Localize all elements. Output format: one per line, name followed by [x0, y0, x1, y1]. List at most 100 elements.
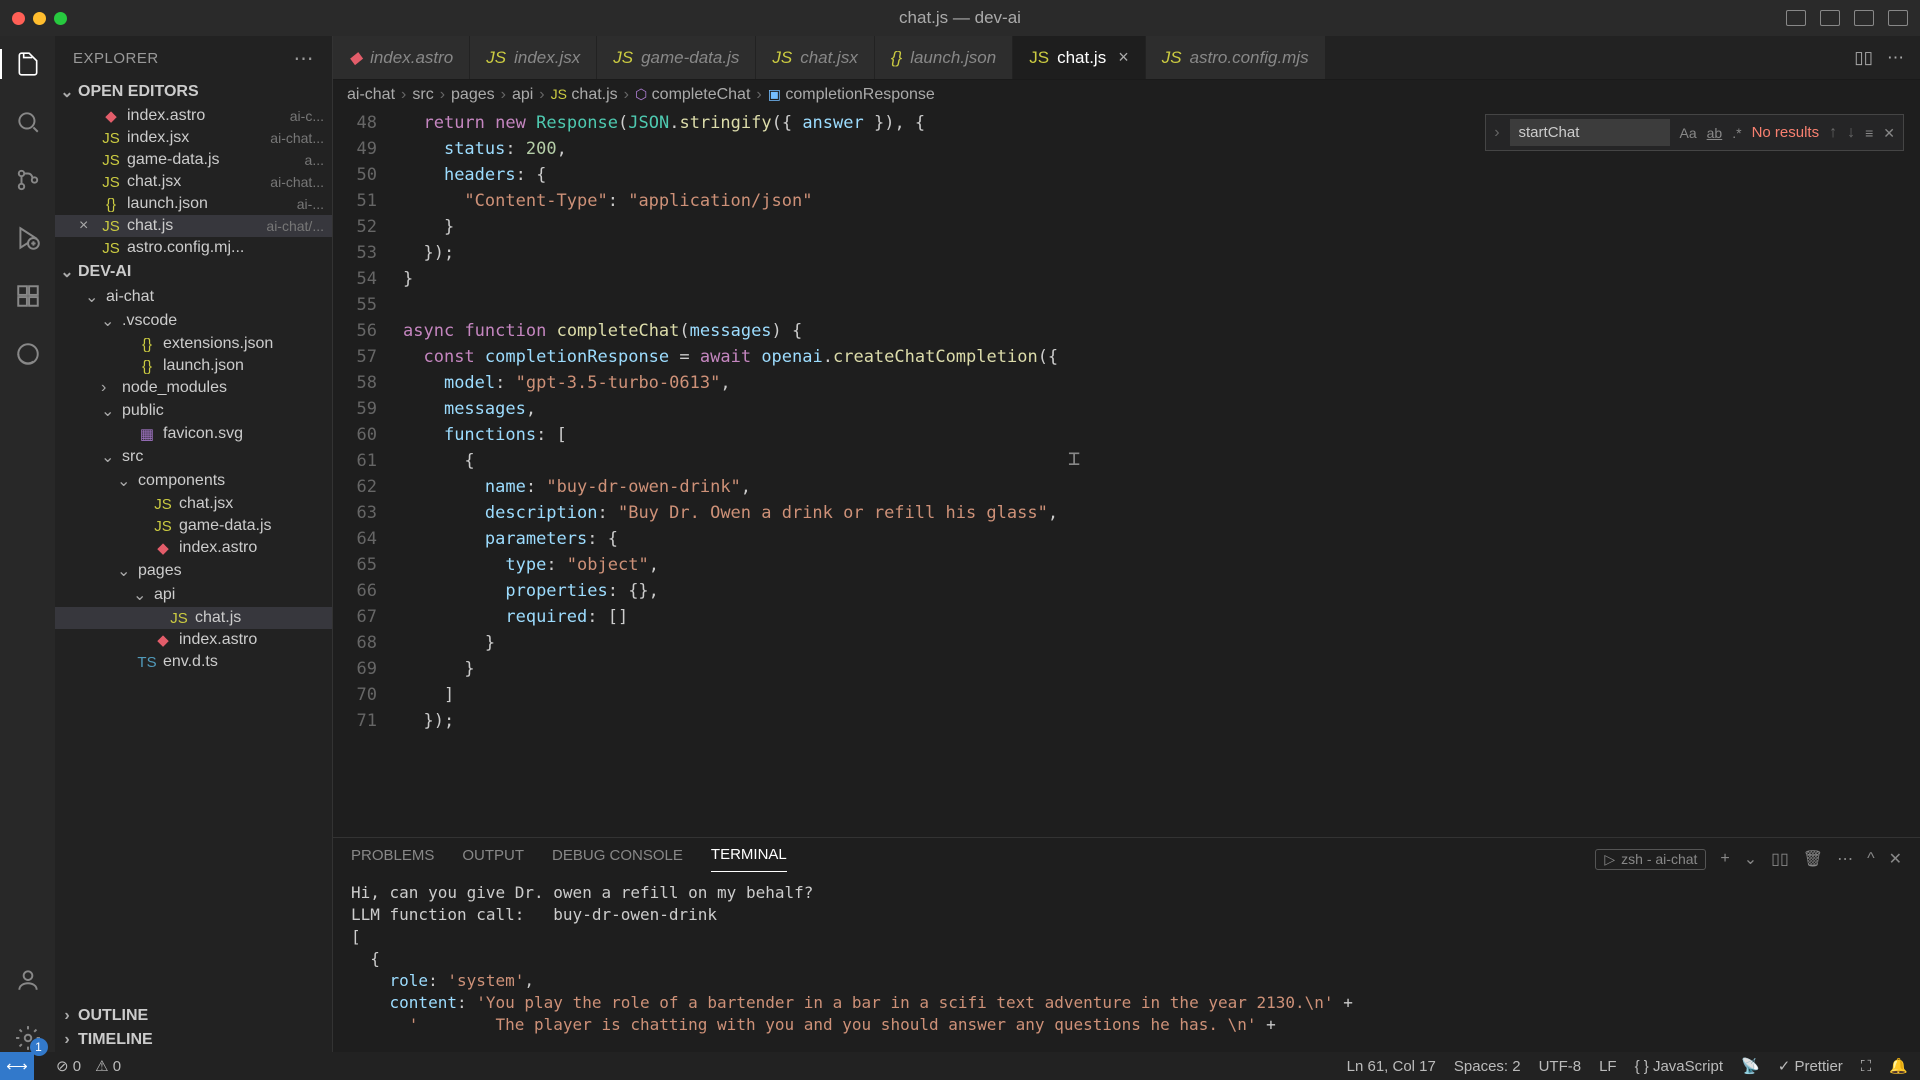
explorer-icon[interactable] — [14, 50, 42, 78]
find-close-icon[interactable]: ✕ — [1883, 120, 1895, 146]
settings-gear-icon[interactable]: 1 — [14, 1024, 42, 1052]
project-section[interactable]: ⌄DEV-AI — [55, 259, 332, 285]
tree-item[interactable]: ⌄.vscode — [55, 309, 332, 333]
editor-tab[interactable]: JSchat.js× — [1013, 36, 1146, 79]
language-mode[interactable]: { } JavaScript — [1635, 1058, 1723, 1075]
terminal-dropdown-icon[interactable]: ⌄ — [1744, 849, 1757, 869]
errors-count[interactable]: ⊘ 0 — [56, 1057, 81, 1075]
breadcrumb-item[interactable]: ai-chat — [347, 86, 395, 104]
open-editor-item[interactable]: JSastro.config.mj... — [55, 237, 332, 259]
open-editor-item[interactable]: JSgame-data.jsa... — [55, 149, 332, 171]
prettier-status[interactable]: ✓ Prettier — [1778, 1057, 1843, 1075]
maximize-panel-icon[interactable]: ^ — [1867, 850, 1875, 868]
timeline-section[interactable]: ›TIMELINE — [55, 1028, 332, 1052]
editor-tab[interactable]: ◆index.astro — [333, 36, 470, 79]
editor-tab[interactable]: JSastro.config.mjs — [1146, 36, 1326, 79]
breadcrumb-item[interactable]: ⬡ completeChat — [635, 86, 750, 104]
source-control-icon[interactable] — [14, 166, 42, 194]
indentation[interactable]: Spaces: 2 — [1454, 1058, 1521, 1075]
breadcrumb-item[interactable]: src — [412, 86, 433, 104]
panel-tab[interactable]: DEBUG CONSOLE — [552, 847, 683, 872]
bell-icon[interactable]: 🔔 — [1889, 1057, 1908, 1075]
tree-item[interactable]: JSchat.jsx — [55, 493, 332, 515]
extensions-icon[interactable] — [14, 282, 42, 310]
remote-indicator[interactable]: ⟷ — [0, 1052, 34, 1080]
breadcrumb-item[interactable]: JS chat.js — [551, 86, 618, 104]
close-icon[interactable]: × — [79, 217, 95, 235]
close-panel-icon[interactable]: ✕ — [1889, 849, 1902, 869]
close-window-icon[interactable] — [12, 12, 25, 25]
tree-item[interactable]: JSgame-data.js — [55, 515, 332, 537]
tree-item[interactable]: ▦favicon.svg — [55, 423, 332, 445]
open-editor-item[interactable]: JSchat.jsxai-chat... — [55, 171, 332, 193]
breadcrumb-item[interactable]: ▣ completionResponse — [768, 86, 935, 104]
terminal-more-icon[interactable]: ⋯ — [1837, 849, 1853, 869]
terminal-shell-picker[interactable]: ▷zsh - ai-chat — [1595, 849, 1706, 870]
outline-section[interactable]: ›OUTLINE — [55, 1004, 332, 1028]
find-prev-icon[interactable]: ↑ — [1829, 120, 1837, 146]
minimize-window-icon[interactable] — [33, 12, 46, 25]
breadcrumb-item[interactable]: pages — [451, 86, 495, 104]
run-debug-icon[interactable] — [14, 224, 42, 252]
sidebar-more-icon[interactable]: ⋯ — [294, 46, 315, 71]
panel-tab[interactable]: PROBLEMS — [351, 847, 434, 872]
title-bar: chat.js — dev-ai — [0, 0, 1920, 36]
terminal-output[interactable]: Hi, can you give Dr. owen a refill on my… — [333, 872, 1920, 1052]
panel-tab[interactable]: TERMINAL — [711, 846, 787, 872]
find-expand-icon[interactable]: › — [1494, 120, 1499, 146]
find-input[interactable] — [1510, 119, 1670, 146]
close-tab-icon[interactable]: × — [1118, 47, 1129, 68]
open-editor-item[interactable]: JSindex.jsxai-chat... — [55, 127, 332, 149]
layout-customize-icon[interactable] — [1888, 10, 1908, 26]
radio-tower-icon[interactable]: 📡 — [1741, 1057, 1760, 1075]
breadcrumb-item[interactable]: api — [512, 86, 533, 104]
tree-item[interactable]: ›node_modules — [55, 377, 332, 399]
layout-sidebar-left-icon[interactable] — [1786, 10, 1806, 26]
account-icon[interactable] — [14, 966, 42, 994]
tree-item[interactable]: ⌄ai-chat — [55, 285, 332, 309]
tree-item[interactable]: {}extensions.json — [55, 333, 332, 355]
split-editor-icon[interactable]: ▯▯ — [1854, 48, 1873, 68]
open-editor-item[interactable]: ◆index.astroai-c... — [55, 105, 332, 127]
editor-tab[interactable]: JSchat.jsx — [756, 36, 874, 79]
encoding[interactable]: UTF-8 — [1539, 1058, 1582, 1075]
tree-item[interactable]: {}launch.json — [55, 355, 332, 377]
search-icon[interactable] — [14, 108, 42, 136]
layout-panel-icon[interactable] — [1820, 10, 1840, 26]
tree-item[interactable]: ◆index.astro — [55, 537, 332, 559]
feedback-icon[interactable]: ⛶ — [1861, 1058, 1872, 1075]
split-terminal-icon[interactable]: ▯▯ — [1771, 849, 1789, 869]
layout-sidebar-right-icon[interactable] — [1854, 10, 1874, 26]
tree-item[interactable]: ⌄pages — [55, 559, 332, 583]
code-editor[interactable]: › Aa ab .* No results ↑ ↓ ≡ ✕ 4849505152… — [333, 110, 1920, 837]
open-editor-item[interactable]: {}launch.jsonai-... — [55, 193, 332, 215]
open-editors-section[interactable]: ⌄OPEN EDITORS — [55, 79, 332, 105]
tree-item[interactable]: ◆index.astro — [55, 629, 332, 651]
open-editor-item[interactable]: ×JSchat.jsai-chat/... — [55, 215, 332, 237]
edge-icon[interactable] — [14, 340, 42, 368]
find-results: No results — [1752, 120, 1820, 146]
more-actions-icon[interactable]: ⋯ — [1887, 48, 1904, 68]
warnings-count[interactable]: ⚠ 0 — [95, 1057, 121, 1075]
breadcrumb[interactable]: ai-chat›src›pages›api›JS chat.js›⬡ compl… — [333, 80, 1920, 110]
kill-terminal-icon[interactable]: 🗑 — [1803, 849, 1823, 869]
find-next-icon[interactable]: ↓ — [1847, 120, 1855, 146]
tree-item[interactable]: JSchat.js — [55, 607, 332, 629]
tree-item[interactable]: ⌄public — [55, 399, 332, 423]
new-terminal-icon[interactable]: + — [1720, 850, 1729, 868]
tree-item[interactable]: ⌄components — [55, 469, 332, 493]
tree-item[interactable]: ⌄src — [55, 445, 332, 469]
editor-tab[interactable]: JSindex.jsx — [470, 36, 597, 79]
cursor-position[interactable]: Ln 61, Col 17 — [1347, 1058, 1436, 1075]
eol[interactable]: LF — [1599, 1058, 1617, 1075]
find-selection-icon[interactable]: ≡ — [1865, 120, 1873, 146]
editor-tab[interactable]: {}launch.json — [875, 36, 1013, 79]
maximize-window-icon[interactable] — [54, 12, 67, 25]
editor-tab[interactable]: JSgame-data.js — [597, 36, 756, 79]
tree-item[interactable]: ⌄api — [55, 583, 332, 607]
tree-item[interactable]: TSenv.d.ts — [55, 651, 332, 673]
match-word-icon[interactable]: ab — [1707, 120, 1723, 146]
match-case-icon[interactable]: Aa — [1680, 120, 1697, 146]
regex-icon[interactable]: .* — [1732, 120, 1741, 146]
panel-tab[interactable]: OUTPUT — [462, 847, 524, 872]
